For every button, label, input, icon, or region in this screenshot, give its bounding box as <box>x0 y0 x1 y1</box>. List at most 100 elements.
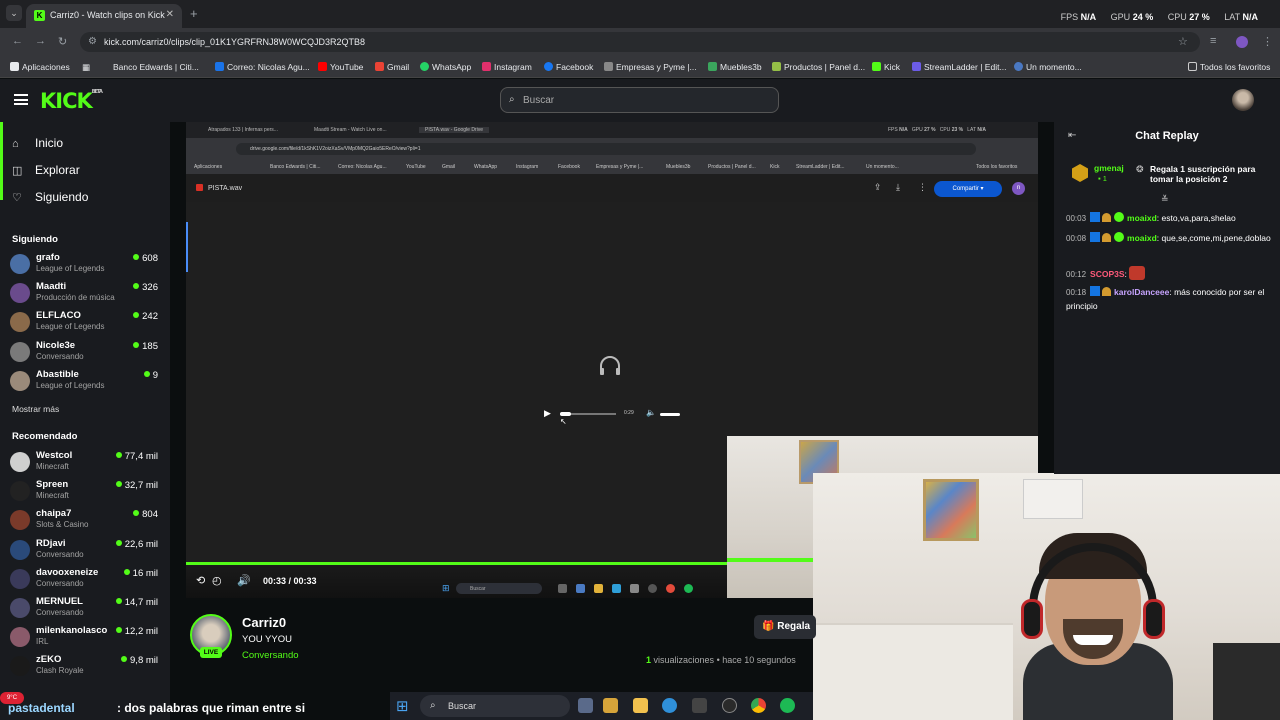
nav-inicio[interactable]: ⌂ Inicio <box>12 136 63 150</box>
kick-logo[interactable]: KICKBETA <box>40 89 103 113</box>
sidebar-channel[interactable]: zEKO Clash Royale 9,8 mil <box>10 654 160 682</box>
copilot-icon[interactable] <box>603 698 618 713</box>
nav-explorar[interactable]: ◫ Explorar <box>12 163 80 177</box>
sidebar-channel[interactable]: ELFLACO League of Legends 242 <box>10 310 160 338</box>
sidebar-channel[interactable]: MERNUEL Conversando 14,7 mil <box>10 596 160 624</box>
browser-tab[interactable]: K Carriz0 - Watch clips on Kick ✕ <box>26 4 182 28</box>
bookmark-item[interactable]: Banco Edwards | Citi... <box>113 62 199 72</box>
message-user[interactable]: karolDanceee <box>1114 287 1169 297</box>
tab-menu-icon[interactable]: ⌄ <box>6 5 22 21</box>
show-more-link[interactable]: Mostrar más <box>12 404 59 414</box>
store-icon[interactable] <box>692 698 707 713</box>
channel-name[interactable]: Carriz0 <box>242 615 286 630</box>
channel-avatar <box>10 627 30 648</box>
sidebar-channel[interactable]: milenkanolasco IRL 12,2 mil <box>10 625 160 653</box>
bookmark-item[interactable]: Gmail <box>375 62 409 72</box>
stream-title: YOU YYOU <box>242 634 292 645</box>
all-bookmarks[interactable]: Todos los favoritos <box>1188 62 1270 72</box>
bookmark-star-icon[interactable]: ☆ <box>1178 35 1188 48</box>
url-field[interactable]: ⚙ kick.com/carriz0/clips/clip_01K1YGRFRN… <box>80 32 1200 52</box>
edge-icon[interactable] <box>662 698 677 713</box>
forward-icon[interactable]: → <box>35 35 46 47</box>
gift-count: ▪ 1 <box>1098 174 1107 183</box>
dell-icon[interactable] <box>722 698 737 713</box>
channel-avatar <box>10 370 30 391</box>
volume-icon: 🔈 <box>646 408 656 417</box>
bookmark-item[interactable]: YouTube <box>318 62 363 72</box>
file-explorer-icon[interactable] <box>633 698 648 713</box>
message-user[interactable]: moaixd <box>1127 233 1157 243</box>
wall-painting <box>923 479 979 541</box>
hamburger-menu-icon[interactable] <box>14 94 28 105</box>
nav-label: Siguiendo <box>35 190 89 204</box>
chrome-icon[interactable] <box>751 698 766 713</box>
bookmark-item[interactable]: WhatsApp <box>420 62 471 72</box>
inner-bookmark: Productos | Panel d... <box>708 164 756 170</box>
webcam-feed <box>813 473 1280 720</box>
chat-message: 00:08 moaixd: que,se,come,mi,pene,doblao <box>1066 232 1276 246</box>
inner-bookmark: Gmail <box>442 164 456 170</box>
sidebar-channel[interactable]: RDjavi Conversando 22,6 mil <box>10 538 160 566</box>
inner-bookmark: Correo: Nicolas Agu... <box>338 164 387 170</box>
close-tab-icon[interactable]: ✕ <box>166 9 174 20</box>
bookmark-item[interactable]: Facebook <box>544 62 593 72</box>
back-icon[interactable]: ← <box>12 35 23 47</box>
sidebar-channel[interactable]: Spreen Minecraft 32,7 mil <box>10 479 160 507</box>
taskbar-app-icon <box>594 584 603 593</box>
sidebar-channel[interactable]: chaipa7 Slots & Casino 804 <box>10 508 160 536</box>
bookmark-item[interactable]: Muebles3b <box>708 62 762 72</box>
compass-icon: ◫ <box>12 165 23 177</box>
volume-icon[interactable]: 🔊 <box>237 574 251 587</box>
bookmark-item[interactable]: StreamLadder | Edit... <box>912 62 1007 72</box>
extensions-icon[interactable]: ≡ <box>1210 35 1216 47</box>
bookmark-item[interactable]: Empresas y Pyme |... <box>604 62 697 72</box>
message-time: 00:08 <box>1066 234 1087 243</box>
stream-category[interactable]: Conversando <box>242 650 299 661</box>
sidebar-channel[interactable]: Maadti Producción de música 326 <box>10 281 160 309</box>
site-info-icon[interactable]: ⚙ <box>88 36 97 47</box>
views-count: 1 <box>646 655 652 665</box>
gift-badge-icon <box>1102 213 1112 222</box>
sidebar-channel[interactable]: grafo League of Legends 608 <box>10 252 160 280</box>
viewer-count: 9,8 mil <box>121 655 158 666</box>
nav-siguiendo[interactable]: ♡ Siguiendo <box>12 190 88 204</box>
channel-category: League of Legends <box>36 322 105 332</box>
bookmark-item[interactable]: Aplicaciones <box>10 62 70 72</box>
new-tab-icon[interactable]: + <box>190 6 198 21</box>
cpu-label: CPU <box>1167 12 1187 22</box>
chat-expand-icon[interactable]: ≚ <box>1161 194 1169 205</box>
recommended-section-title: Recomendado <box>12 431 78 442</box>
bookmark-item[interactable]: Correo: Nicolas Agu... <box>215 62 310 72</box>
profile-avatar[interactable] <box>1236 36 1248 48</box>
sidebar-channel[interactable]: Abastible League of Legends 9 <box>10 369 160 397</box>
viewer-count: 326 <box>133 282 158 293</box>
spotify-icon[interactable] <box>780 698 795 713</box>
windows-start-icon[interactable]: ⊞ <box>396 697 409 715</box>
viewer-count: 608 <box>133 253 158 264</box>
taskview-icon[interactable] <box>578 698 593 713</box>
sidebar-channel[interactable]: Nicole3e Conversando 185 <box>10 340 160 368</box>
bookmark-item[interactable]: Un momento... <box>1014 62 1082 72</box>
replay-icon[interactable]: ⟲ <box>196 574 205 587</box>
gift-button[interactable]: 🎁 Regala <box>754 615 816 639</box>
windows-taskbar: ⊞ ⌕ Buscar <box>390 692 813 720</box>
gift-count-value: 1 <box>1102 174 1107 183</box>
search-input[interactable]: ⌕ Buscar <box>500 87 779 113</box>
sidebar-channel[interactable]: davooxeneize Conversando 16 mil <box>10 567 160 595</box>
message-user[interactable]: SCOP3S <box>1090 269 1125 279</box>
message-user[interactable]: moaixd <box>1127 213 1157 223</box>
browser-menu-icon[interactable]: ⋮ <box>1262 35 1273 48</box>
user-avatar[interactable] <box>1232 89 1254 111</box>
sidebar-channel[interactable]: Westcol Minecraft 77,4 mil <box>10 450 160 478</box>
bookmark-label: Productos | Panel d... <box>784 62 866 72</box>
gift-user[interactable]: gmenaj <box>1094 163 1124 173</box>
rewind-icon[interactable]: ◴ <box>212 574 222 587</box>
taskbar-search[interactable]: ⌕ Buscar <box>420 695 570 717</box>
bookmark-item[interactable]: Kick <box>872 62 900 72</box>
bookmark-item[interactable]: Instagram <box>482 62 532 72</box>
reload-icon[interactable]: ↻ <box>58 35 67 48</box>
heart-icon: ♡ <box>12 192 22 204</box>
bookmark-item[interactable]: Productos | Panel d... <box>772 62 865 72</box>
fps-value: N/A <box>1080 12 1097 22</box>
apps-grid-icon[interactable]: ▦ <box>82 62 90 73</box>
